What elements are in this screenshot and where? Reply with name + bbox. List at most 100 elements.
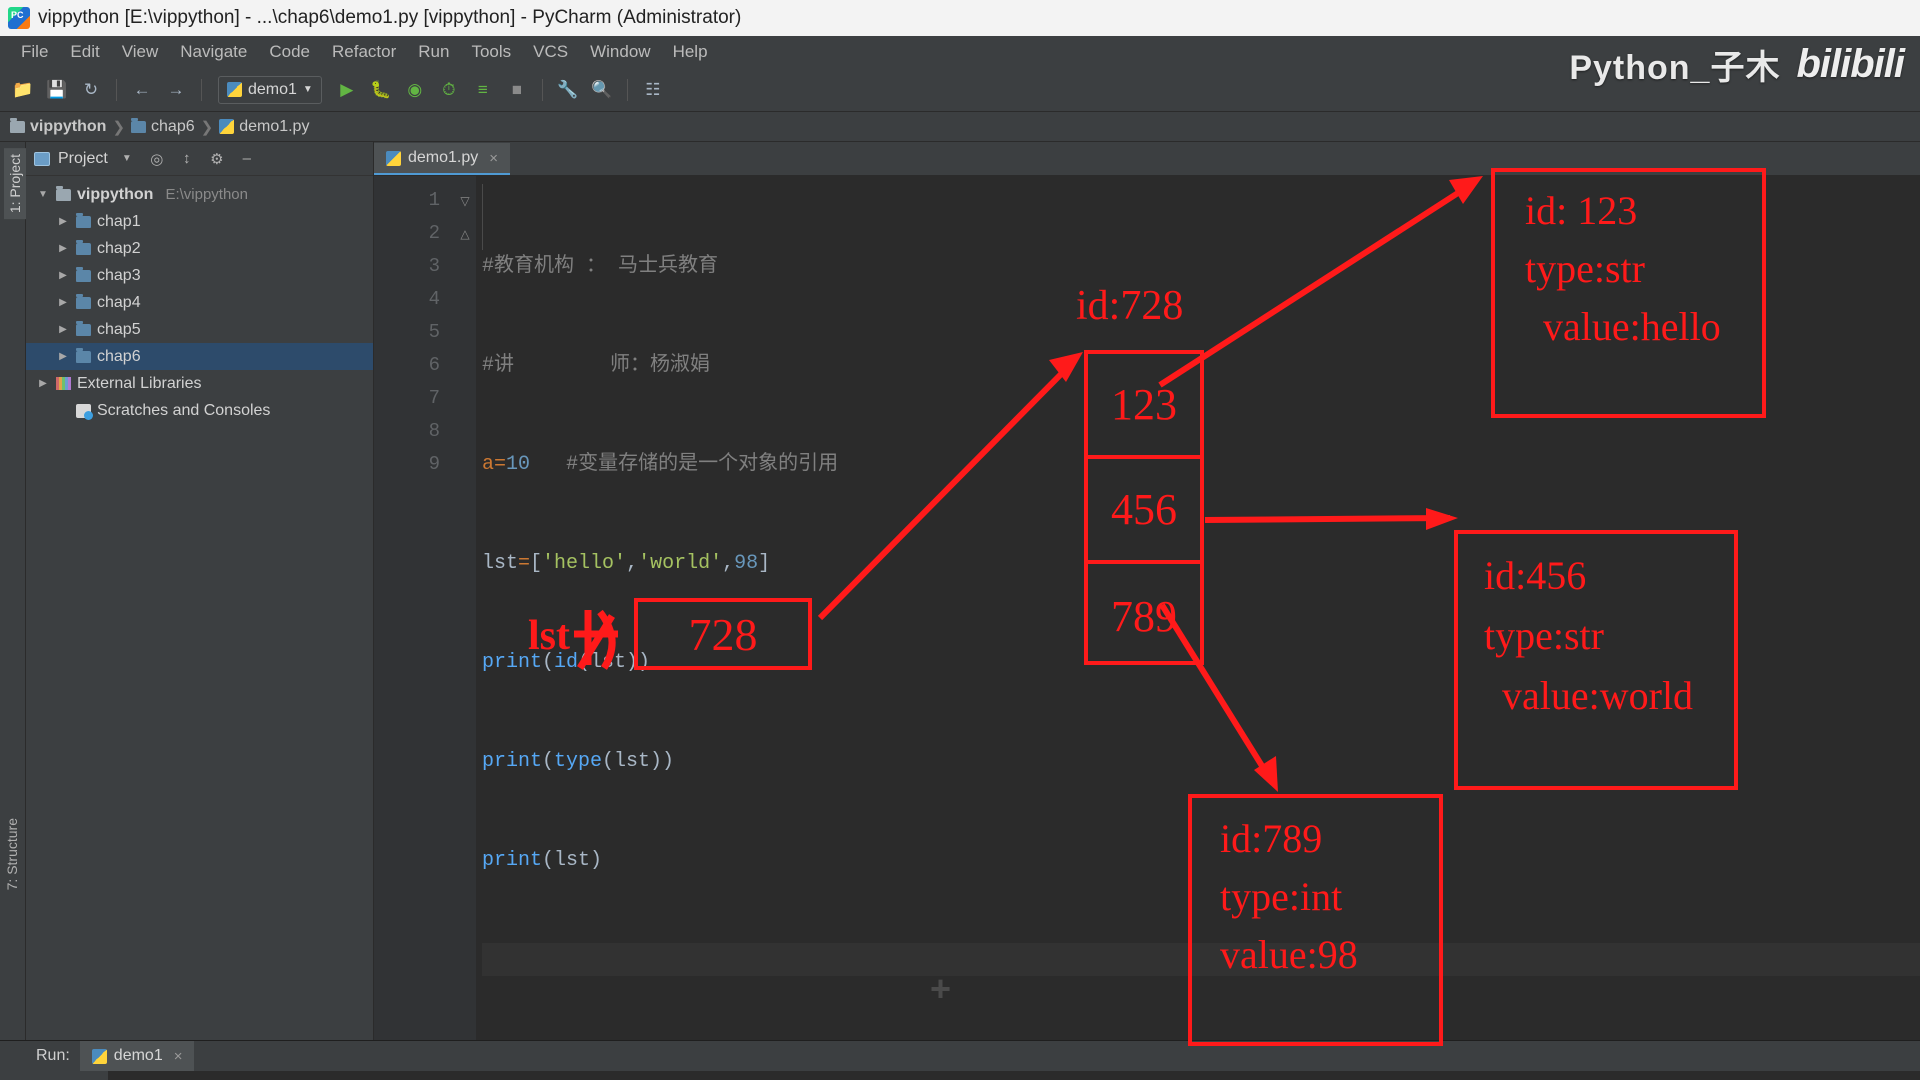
rail-tab-structure[interactable]: 7: Structure xyxy=(4,818,20,890)
editor-tab-label: demo1.py xyxy=(408,149,479,166)
back-arrow-icon[interactable]: ← xyxy=(127,75,157,105)
menu-help[interactable]: Help xyxy=(662,40,719,64)
run-tab-label: demo1 xyxy=(113,1047,163,1064)
search-icon[interactable]: 🔍 xyxy=(587,75,617,105)
python-file-icon xyxy=(227,82,242,97)
line-number-gutter: 1 2 3 4 5 6 7 8 9 xyxy=(374,176,454,1040)
toolbar-divider xyxy=(626,78,628,101)
chevron-down-icon[interactable]: ▼ xyxy=(116,148,138,170)
rail-tab-project[interactable]: 1: Project xyxy=(4,148,26,220)
code-editor[interactable]: 1 2 3 4 5 6 7 8 9 ▽ △ #教育机构 ： 马士兵教育 #讲 师… xyxy=(374,176,1920,1040)
close-icon[interactable]: × xyxy=(174,1048,183,1065)
twisty-icon[interactable]: ▼ xyxy=(36,189,50,200)
menu-refactor[interactable]: Refactor xyxy=(321,40,407,64)
menu-edit[interactable]: Edit xyxy=(59,40,110,64)
python-file-icon xyxy=(91,1048,107,1064)
console-output[interactable]: "C:\Program Files\Python38\python.exe" E… xyxy=(108,1071,1920,1080)
code-text[interactable]: #教育机构 ： 马士兵教育 #讲 师：杨淑娟 a=10 #变量存储的是一个对象的… xyxy=(476,176,1920,1040)
tree-item-chap4[interactable]: ▶ chap4 xyxy=(26,289,373,316)
profile-icon[interactable]: ⏱ xyxy=(434,75,464,105)
sync-icon[interactable]: ↻ xyxy=(76,75,106,105)
run-coverage-icon[interactable]: ◉ xyxy=(400,75,430,105)
editor-tab-demo1[interactable]: demo1.py × xyxy=(374,143,511,175)
twisty-icon[interactable]: ▶ xyxy=(56,216,70,227)
toolbar-divider xyxy=(116,78,117,101)
breadcrumb-item-chap6[interactable]: chap6 xyxy=(131,117,195,136)
code-line-4: lst=['hello','world',98] xyxy=(482,552,771,575)
line-number: 7 xyxy=(428,387,440,409)
twisty-icon[interactable]: ▶ xyxy=(56,243,70,254)
twisty-icon[interactable]: ▶ xyxy=(56,324,70,335)
code-line-8 xyxy=(482,943,1920,976)
settings-wrench-icon[interactable]: 🔧 xyxy=(553,75,583,105)
run-tab-demo1[interactable]: demo1 × xyxy=(79,1041,195,1071)
toolbar-divider xyxy=(201,78,202,101)
menu-window[interactable]: Window xyxy=(579,40,661,64)
line-number: 9 xyxy=(428,453,440,475)
menu-view[interactable]: View xyxy=(111,40,170,64)
tree-item-label: chap6 xyxy=(97,347,141,365)
main-toolbar: 📁 💾 ↻ ← → demo1 ▼ ▶ 🐛 ◉ ⏱ ≡ ■ 🔧 🔍 ☷ xyxy=(0,68,1920,112)
line-number: 6 xyxy=(428,354,440,376)
code-line-1: #教育机构 ： 马士兵教育 xyxy=(482,255,719,278)
folder-icon xyxy=(131,117,147,133)
python-file-icon xyxy=(386,150,401,166)
structure-icon[interactable]: ☷ xyxy=(638,75,668,105)
fold-marker-icon[interactable]: △ xyxy=(454,217,476,250)
folder-icon xyxy=(76,320,91,336)
project-tool-window: Project ▼ ◎ ↕ ⚙ – ▼ vippython E:\vippyth… xyxy=(26,142,374,1040)
tree-item-scratches-and-consoles[interactable]: Scratches and Consoles xyxy=(26,397,373,424)
code-line-5: print(id(lst)) xyxy=(482,651,651,674)
line-number: 5 xyxy=(428,321,440,343)
menu-file[interactable]: File xyxy=(10,40,59,64)
tree-item-chap5[interactable]: ▶ chap5 xyxy=(26,316,373,343)
tree-item-chap6[interactable]: ▶ chap6 xyxy=(26,343,373,370)
editor-area: demo1.py × 1 2 3 4 5 6 7 8 9 ▽ △ #教育机构 ：… xyxy=(374,142,1920,1040)
hide-panel-icon[interactable]: – xyxy=(236,148,258,170)
tree-item-label: Scratches and Consoles xyxy=(97,401,271,419)
menu-tools[interactable]: Tools xyxy=(460,40,522,64)
twisty-icon[interactable]: ▶ xyxy=(56,297,70,308)
run-panel-label: Run: xyxy=(36,1047,70,1064)
tree-item-external-libraries[interactable]: ▶ External Libraries xyxy=(26,370,373,397)
twisty-icon[interactable]: ▶ xyxy=(56,270,70,281)
line-number: 3 xyxy=(428,255,440,277)
locate-target-icon[interactable]: ◎ xyxy=(146,148,168,170)
gear-icon[interactable]: ⚙ xyxy=(206,148,228,170)
stop-icon[interactable]: ■ xyxy=(502,75,532,105)
tree-item-vippython[interactable]: ▼ vippython E:\vippython xyxy=(26,181,373,208)
menu-code[interactable]: Code xyxy=(258,40,321,64)
open-folder-icon[interactable]: 📁 xyxy=(8,75,38,105)
run-with-console-icon[interactable]: ≡ xyxy=(468,75,498,105)
close-icon[interactable]: × xyxy=(489,150,498,167)
project-tree: ▼ vippython E:\vippython ▶ chap1 ▶ chap2… xyxy=(26,176,373,424)
line-number: 1 xyxy=(428,189,440,211)
run-panel-toolbar: ▶ ■ ❚❚ ▦ 📌 ↑ ↓ ↹ ↧ 🖨 🗑 xyxy=(0,1071,108,1080)
debug-icon[interactable]: 🐛 xyxy=(366,75,396,105)
forward-arrow-icon[interactable]: → xyxy=(161,75,191,105)
tree-item-label: chap4 xyxy=(97,293,141,311)
code-line-6: print(type(lst)) xyxy=(482,750,675,773)
menu-navigate[interactable]: Navigate xyxy=(169,40,258,64)
line-number: 8 xyxy=(428,420,440,442)
twisty-icon[interactable]: ▶ xyxy=(36,378,50,389)
run-configuration-selector[interactable]: demo1 ▼ xyxy=(218,75,322,104)
fold-marker-icon[interactable]: ▽ xyxy=(454,184,476,217)
tree-item-chap1[interactable]: ▶ chap1 xyxy=(26,208,373,235)
line-number: 2 xyxy=(428,222,440,244)
breadcrumb-item-vippython[interactable]: vippython xyxy=(10,117,106,136)
run-panel-header: Run: demo1 × xyxy=(0,1041,1920,1071)
run-panel-body: ▶ ■ ❚❚ ▦ 📌 ↑ ↓ ↹ ↧ 🖨 🗑 "C:\Program Files… xyxy=(0,1071,1920,1080)
save-icon[interactable]: 💾 xyxy=(42,75,72,105)
folder-icon xyxy=(76,212,91,228)
tree-item-chap2[interactable]: ▶ chap2 xyxy=(26,235,373,262)
twisty-icon[interactable]: ▶ xyxy=(56,351,70,362)
line-number: 4 xyxy=(428,288,440,310)
run-icon[interactable]: ▶ xyxy=(332,75,362,105)
menu-run[interactable]: Run xyxy=(407,40,460,64)
menu-vcs[interactable]: VCS xyxy=(522,40,579,64)
collapse-all-icon[interactable]: ↕ xyxy=(176,148,198,170)
breadcrumb-separator: ❯ xyxy=(112,118,126,136)
breadcrumb-item-demo1[interactable]: demo1.py xyxy=(219,118,309,136)
tree-item-chap3[interactable]: ▶ chap3 xyxy=(26,262,373,289)
